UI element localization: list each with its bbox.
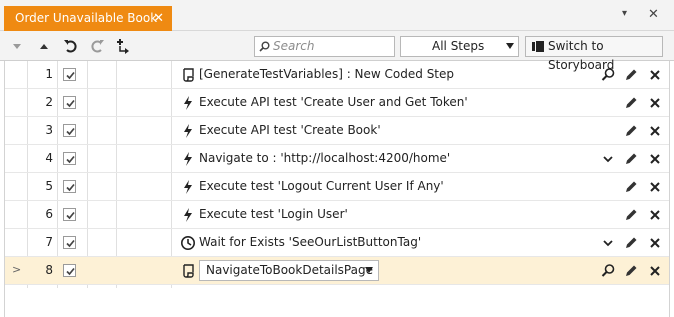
delete-icon[interactable]: [647, 263, 663, 279]
edit-icon[interactable]: [623, 151, 639, 167]
redo-icon[interactable]: [88, 37, 106, 55]
delete-icon[interactable]: [647, 207, 663, 223]
chevron-down-icon[interactable]: [600, 235, 616, 251]
search-icon: [259, 41, 270, 52]
current-row-marker: >: [12, 263, 22, 276]
step-enabled-checkbox[interactable]: [63, 124, 76, 137]
step-enabled-checkbox[interactable]: [63, 68, 76, 81]
storyboard-icon: [532, 41, 544, 52]
step-number: 6: [45, 207, 53, 221]
step-number: 7: [45, 235, 53, 249]
step-number: 4: [45, 151, 53, 165]
chevron-down-icon: [365, 267, 373, 273]
chevron-down-icon: [506, 43, 514, 49]
edit-icon[interactable]: [623, 263, 639, 279]
switch-to-storyboard-button[interactable]: Switch to Storyboard: [525, 36, 663, 72]
coded-step-icon: [180, 263, 196, 279]
lightning-icon: [180, 95, 196, 111]
coded-step-method-dropdown[interactable]: NavigateToBookDetailsPage: [199, 260, 379, 281]
step-row-3[interactable]: 3 Execute API test 'Create Book': [5, 117, 669, 145]
delete-icon[interactable]: [647, 95, 663, 111]
search-icon[interactable]: [600, 263, 616, 279]
lightning-icon: [180, 123, 196, 139]
steps-grid: 1 [GenerateTestVariables] : New Coded St…: [4, 61, 670, 317]
step-filter-value: All Steps: [432, 39, 485, 53]
step-number: 2: [45, 95, 53, 109]
delete-icon[interactable]: [647, 179, 663, 195]
step-description: [GenerateTestVariables] : New Coded Step: [199, 67, 455, 81]
search-placeholder: Search: [273, 39, 315, 53]
tab-title: Order Unavailable Book: [15, 11, 158, 25]
move-down-icon[interactable]: [11, 37, 29, 55]
step-row-4[interactable]: 4 Navigate to : 'http://localhost:4200/h…: [5, 145, 669, 173]
lightning-icon: [180, 207, 196, 223]
step-enabled-checkbox[interactable]: [63, 208, 76, 221]
step-row-1[interactable]: 1 [GenerateTestVariables] : New Coded St…: [5, 61, 669, 89]
edit-icon[interactable]: [623, 235, 639, 251]
lightning-icon: [180, 151, 196, 167]
edit-icon[interactable]: [623, 179, 639, 195]
chevron-down-icon[interactable]: [600, 151, 616, 167]
step-enabled-checkbox[interactable]: [63, 236, 76, 249]
coded-step-icon: [180, 67, 196, 83]
edit-icon[interactable]: [623, 123, 639, 139]
search-icon[interactable]: [600, 67, 616, 83]
document-tab-bar: Order Unavailable Book ✕ ▾ ✕: [0, 0, 674, 31]
step-enabled-checkbox[interactable]: [63, 96, 76, 109]
step-description: Execute API test 'Create User and Get To…: [199, 95, 468, 109]
step-description: Wait for Exists 'SeeOurListButtonTag': [199, 235, 422, 249]
delete-icon[interactable]: [647, 67, 663, 83]
step-row-6[interactable]: 6 Execute test 'Login User': [5, 201, 669, 229]
step-row-8[interactable]: > 8 NavigateToBookDetailsPage: [5, 257, 669, 285]
edit-icon[interactable]: [623, 95, 639, 111]
tab-close-icon[interactable]: ✕: [153, 6, 164, 31]
step-number: 1: [45, 67, 53, 81]
edit-icon[interactable]: [623, 207, 639, 223]
step-row-2[interactable]: 2 Execute API test 'Create User and Get …: [5, 89, 669, 117]
expand-collapse-icon[interactable]: [114, 37, 132, 55]
step-enabled-checkbox[interactable]: [63, 264, 76, 277]
lightning-icon: [180, 179, 196, 195]
step-filter-dropdown[interactable]: All Steps: [400, 36, 519, 57]
undo-icon[interactable]: [62, 37, 80, 55]
close-panel-icon[interactable]: ✕: [648, 7, 659, 22]
step-enabled-checkbox[interactable]: [63, 152, 76, 165]
step-number: 8: [45, 263, 53, 277]
step-description: Navigate to : 'http://localhost:4200/hom…: [199, 151, 451, 165]
delete-icon[interactable]: [647, 123, 663, 139]
step-description: Execute test 'Login User': [199, 207, 348, 221]
step-number: 3: [45, 123, 53, 137]
tab-menu-icon[interactable]: ▾: [622, 8, 627, 19]
step-description: Execute test 'Logout Current User If Any…: [199, 179, 444, 193]
clock-icon: [180, 235, 196, 251]
move-up-icon[interactable]: [38, 37, 56, 55]
search-input[interactable]: Search: [254, 36, 395, 57]
steps-toolbar: Search All Steps Switch to Storyboard: [0, 31, 674, 72]
step-row-7[interactable]: 7 Wait for Exists 'SeeOurListButtonTag': [5, 229, 669, 257]
step-number: 5: [45, 179, 53, 193]
tab-order-unavailable-book[interactable]: Order Unavailable Book ✕: [4, 6, 172, 31]
coded-step-method-value: NavigateToBookDetailsPage: [206, 263, 373, 277]
delete-icon[interactable]: [647, 151, 663, 167]
step-description: Execute API test 'Create Book': [199, 123, 381, 137]
step-row-5[interactable]: 5 Execute test 'Logout Current User If A…: [5, 173, 669, 201]
delete-icon[interactable]: [647, 235, 663, 251]
step-enabled-checkbox[interactable]: [63, 180, 76, 193]
edit-icon[interactable]: [623, 67, 639, 83]
